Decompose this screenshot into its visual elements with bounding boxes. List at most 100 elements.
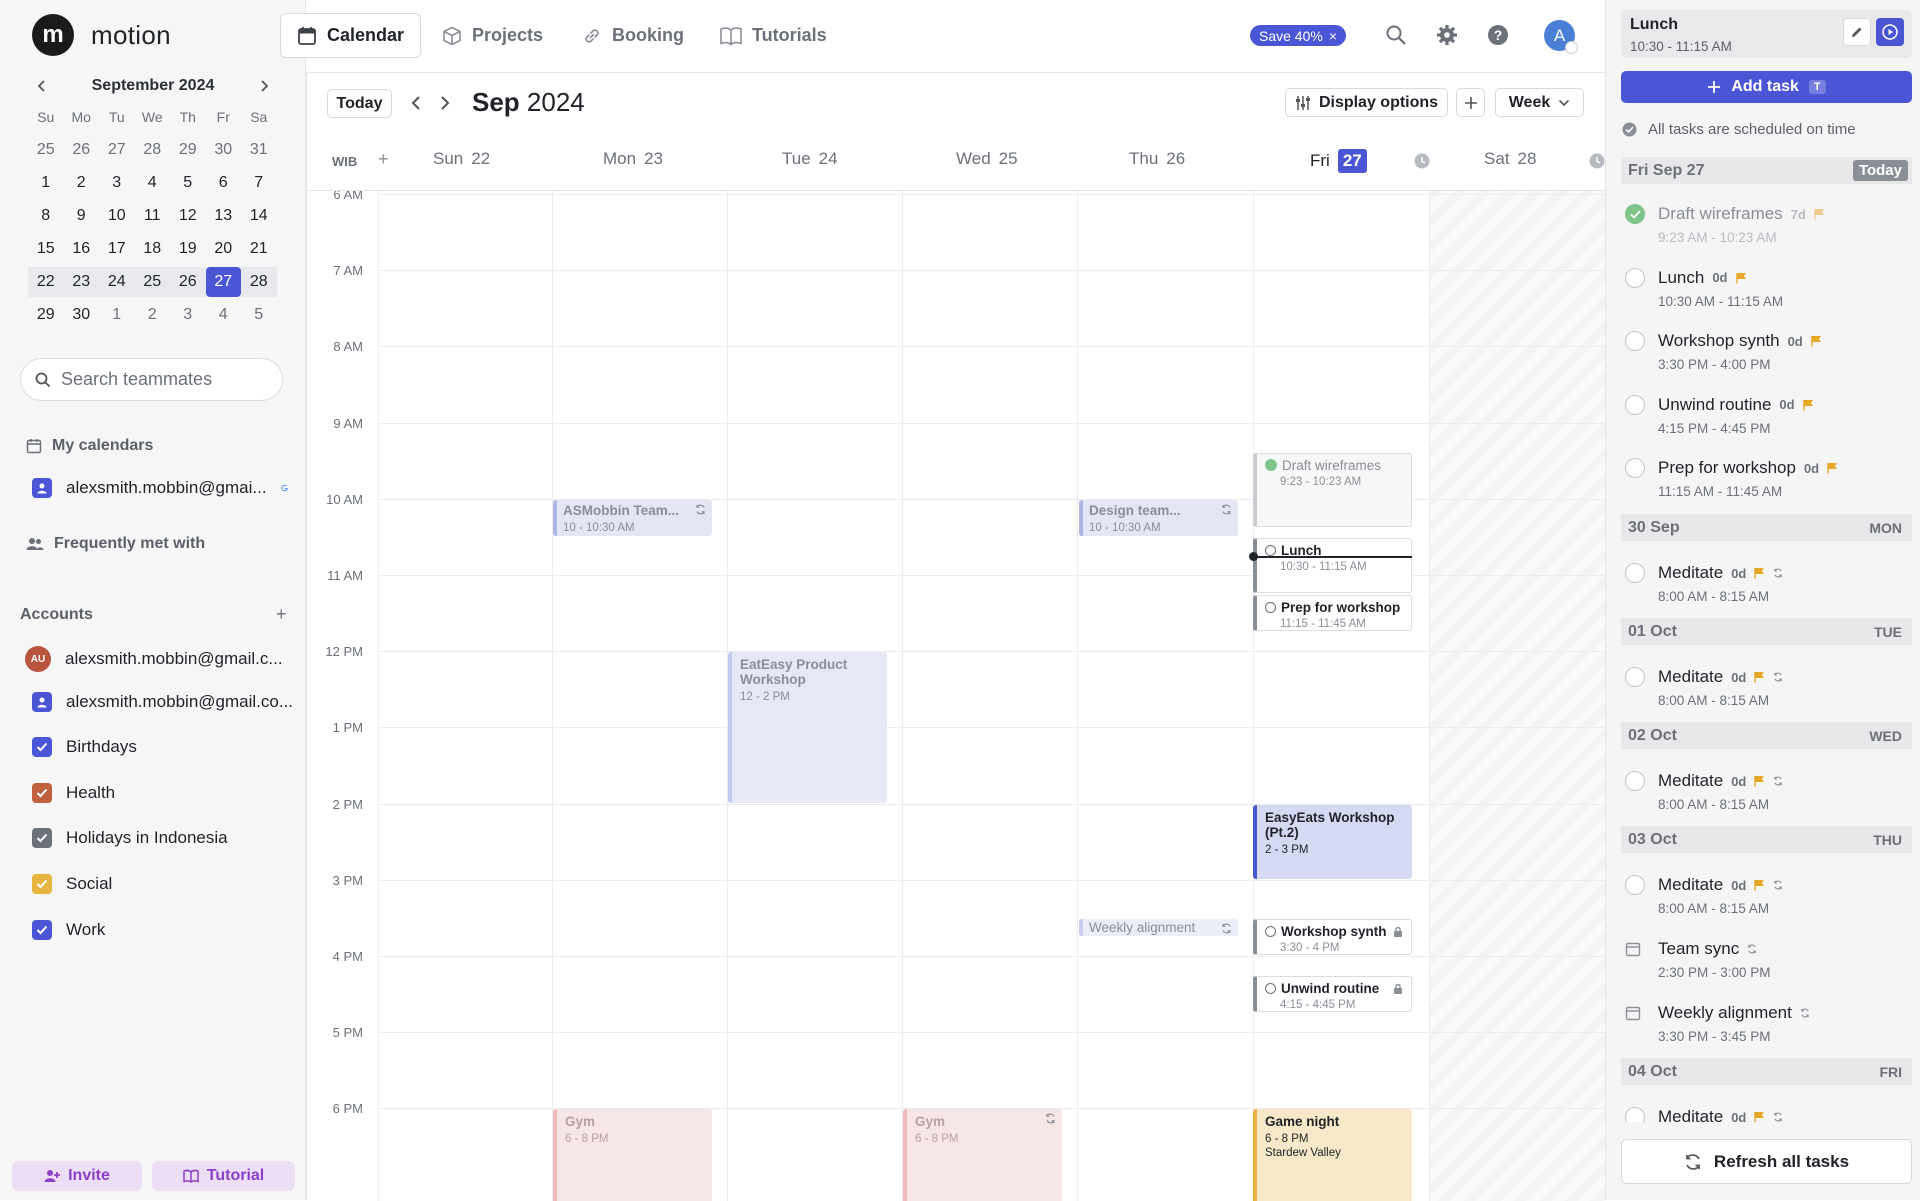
mini-calendar-day[interactable]: 22 — [28, 267, 64, 297]
calendar-item-birthdays[interactable]: Birthdays — [32, 737, 292, 757]
panel-task-item[interactable]: Lunch 0d 10:30 AM - 11:15 AM — [1625, 267, 1910, 309]
day-header-thu[interactable]: Thu 26 — [1129, 149, 1185, 169]
event-gym-wed[interactable]: Gym 6 - 8 PM — [903, 1109, 1062, 1201]
clock-icon[interactable] — [1414, 153, 1430, 169]
add-account-button[interactable]: + — [276, 604, 287, 625]
event-easyeats-workshop[interactable]: EasyEats Workshop (Pt.2) 2 - 3 PM — [1253, 804, 1412, 879]
mini-calendar-day[interactable]: 24 — [99, 267, 135, 297]
event-design-team[interactable]: Design team... 10 - 10:30 AM — [1079, 499, 1238, 536]
task-checkbox-icon[interactable] — [1265, 983, 1276, 995]
event-gym-mon[interactable]: Gym 6 - 8 PM — [553, 1109, 712, 1201]
mini-calendar-day[interactable]: 2 — [135, 300, 171, 330]
panel-task-item[interactable]: Meditate 0d 8:00 AM - 8:15 AM — [1625, 667, 1910, 708]
prev-month-icon[interactable] — [28, 72, 56, 100]
panel-task-item[interactable]: Meditate 0d 8:00 AM - 8:15 AM — [1625, 563, 1910, 604]
mini-calendar-day[interactable]: 13 — [206, 201, 242, 231]
mini-calendar-day[interactable]: 12 — [170, 201, 206, 231]
panel-task-item[interactable]: Meditate 0d 8:00 AM - 8:15 AM — [1625, 875, 1910, 916]
task-workshop-synth[interactable]: Workshop synth 3:30 - 4 PM — [1253, 918, 1412, 955]
mini-calendar-day[interactable]: 29 — [170, 135, 206, 165]
checkbox-icon[interactable] — [32, 828, 52, 849]
mini-calendar-day[interactable]: 7 — [241, 168, 277, 198]
frequently-met-section[interactable]: Frequently met with — [26, 535, 205, 553]
app-logo[interactable]: m — [32, 14, 74, 56]
mini-calendar-day[interactable]: 5 — [170, 168, 206, 198]
search-teammates-input[interactable]: Search teammates — [20, 358, 283, 401]
mini-calendar-day[interactable]: 3 — [170, 300, 206, 330]
task-checkbox-icon[interactable] — [1265, 544, 1276, 556]
display-options-button[interactable]: Display options — [1285, 88, 1448, 117]
task-lunch[interactable]: Lunch 10:30 - 11:15 AM — [1253, 537, 1412, 594]
task-checkbox-icon[interactable] — [1625, 267, 1645, 288]
task-checkbox-icon[interactable] — [1625, 394, 1645, 415]
calendar-item-holidays-in-indonesia[interactable]: Holidays in Indonesia — [32, 828, 292, 849]
tutorial-button[interactable]: Tutorial — [152, 1161, 295, 1191]
start-task-button[interactable] — [1876, 18, 1904, 46]
tab-booking[interactable]: Booking — [566, 13, 700, 58]
day-header-fri[interactable]: Fri 27 — [1310, 149, 1367, 173]
my-calendars-section[interactable]: My calendars — [26, 437, 153, 455]
panel-task-item[interactable]: Weekly alignment 3:30 PM - 3:45 PM — [1625, 1003, 1910, 1044]
calendar-item-health[interactable]: Health — [32, 782, 292, 803]
day-header-mon[interactable]: Mon 23 — [603, 149, 663, 169]
search-button[interactable] — [1383, 22, 1409, 48]
task-checkbox-icon[interactable] — [1625, 563, 1645, 583]
checkbox-icon[interactable] — [32, 874, 52, 895]
task-unwind-routine[interactable]: Unwind routine 4:15 - 4:45 PM — [1253, 976, 1412, 1013]
account-item-1[interactable]: AU alexsmith.mobbin@gmail.c... — [25, 646, 285, 672]
check-circle-icon[interactable] — [1625, 204, 1645, 224]
panel-task-item[interactable]: Meditate 0d 8:00 AM - 8:15 AM — [1625, 771, 1910, 812]
checkbox-icon[interactable] — [32, 737, 52, 757]
panel-task-item[interactable]: Prep for workshop 0d 11:15 AM - 11:45 AM — [1625, 458, 1910, 499]
mini-calendar-day[interactable]: 2 — [64, 168, 100, 198]
user-avatar[interactable]: A — [1544, 20, 1578, 54]
task-prep-workshop[interactable]: Prep for workshop 11:15 - 11:45 AM — [1253, 595, 1412, 632]
prev-week-icon[interactable] — [405, 91, 427, 115]
mini-calendar-day[interactable]: 15 — [28, 234, 64, 264]
mini-calendar-day[interactable]: 3 — [99, 168, 135, 198]
mini-calendar-day[interactable]: 30 — [64, 300, 100, 330]
mini-calendar-day[interactable]: 28 — [241, 267, 277, 297]
mini-calendar-day[interactable]: 25 — [134, 267, 170, 297]
tab-tutorials[interactable]: Tutorials — [704, 13, 843, 58]
mini-calendar-day[interactable]: 21 — [241, 234, 277, 264]
day-header-sun[interactable]: Sun 22 — [433, 149, 490, 169]
panel-task-item[interactable]: Team sync 2:30 PM - 3:00 PM — [1625, 939, 1910, 980]
panel-task-item[interactable]: Unwind routine 0d 4:15 PM - 4:45 PM — [1625, 394, 1910, 436]
checkbox-icon[interactable] — [32, 782, 52, 803]
my-calendar-account[interactable]: alexsmith.mobbin@gmai... — [32, 478, 292, 498]
calendar-item-work[interactable]: Work — [32, 919, 292, 940]
mini-calendar-day[interactable]: 16 — [64, 234, 100, 264]
mini-calendar-day[interactable]: 10 — [99, 201, 135, 231]
checkbox-icon[interactable] — [32, 919, 52, 940]
event-game-night[interactable]: Game night 6 - 8 PM Stardew Valley — [1253, 1109, 1412, 1201]
current-task-card[interactable]: Lunch 10:30 - 11:15 AM — [1621, 10, 1912, 58]
mini-calendar-day[interactable]: 25 — [28, 135, 64, 165]
panel-task-item[interactable]: Draft wireframes 7d 9:23 AM - 10:23 AM — [1625, 204, 1910, 245]
mini-calendar-day[interactable]: 9 — [64, 201, 100, 231]
mini-calendar-day[interactable]: 1 — [99, 300, 135, 330]
refresh-tasks-button[interactable]: Refresh all tasks — [1621, 1139, 1912, 1184]
settings-button[interactable] — [1434, 22, 1460, 48]
mini-calendar-day[interactable]: 26 — [170, 267, 206, 297]
task-checkbox-icon[interactable] — [1265, 602, 1276, 614]
account-item-2[interactable]: alexsmith.mobbin@gmail.co... — [32, 692, 293, 712]
task-checkbox-icon[interactable] — [1625, 667, 1645, 687]
mini-calendar-day[interactable]: 27 — [99, 135, 135, 165]
mini-calendar-day[interactable]: 11 — [135, 201, 171, 231]
mini-calendar-day[interactable]: 14 — [241, 201, 277, 231]
task-draft-wireframes[interactable]: Draft wireframes 9:23 - 10:23 AM — [1253, 452, 1412, 527]
mini-calendar-day[interactable]: 20 — [206, 234, 242, 264]
tab-calendar[interactable]: Calendar — [280, 13, 422, 58]
next-week-icon[interactable] — [434, 91, 456, 115]
event-eateasy-workshop[interactable]: EatEasy Product Workshop 12 - 2 PM — [728, 652, 887, 803]
mini-calendar-day[interactable]: 29 — [28, 300, 64, 330]
task-checkbox-icon[interactable] — [1625, 875, 1645, 895]
edit-task-button[interactable] — [1843, 18, 1871, 46]
mini-calendar-day[interactable]: 4 — [135, 168, 171, 198]
mini-calendar-day[interactable]: 18 — [135, 234, 171, 264]
mini-calendar-day[interactable]: 23 — [63, 267, 99, 297]
next-month-icon[interactable] — [250, 72, 278, 100]
add-timezone-button[interactable]: + — [378, 149, 389, 170]
mini-calendar-day[interactable]: 27 — [205, 267, 241, 297]
